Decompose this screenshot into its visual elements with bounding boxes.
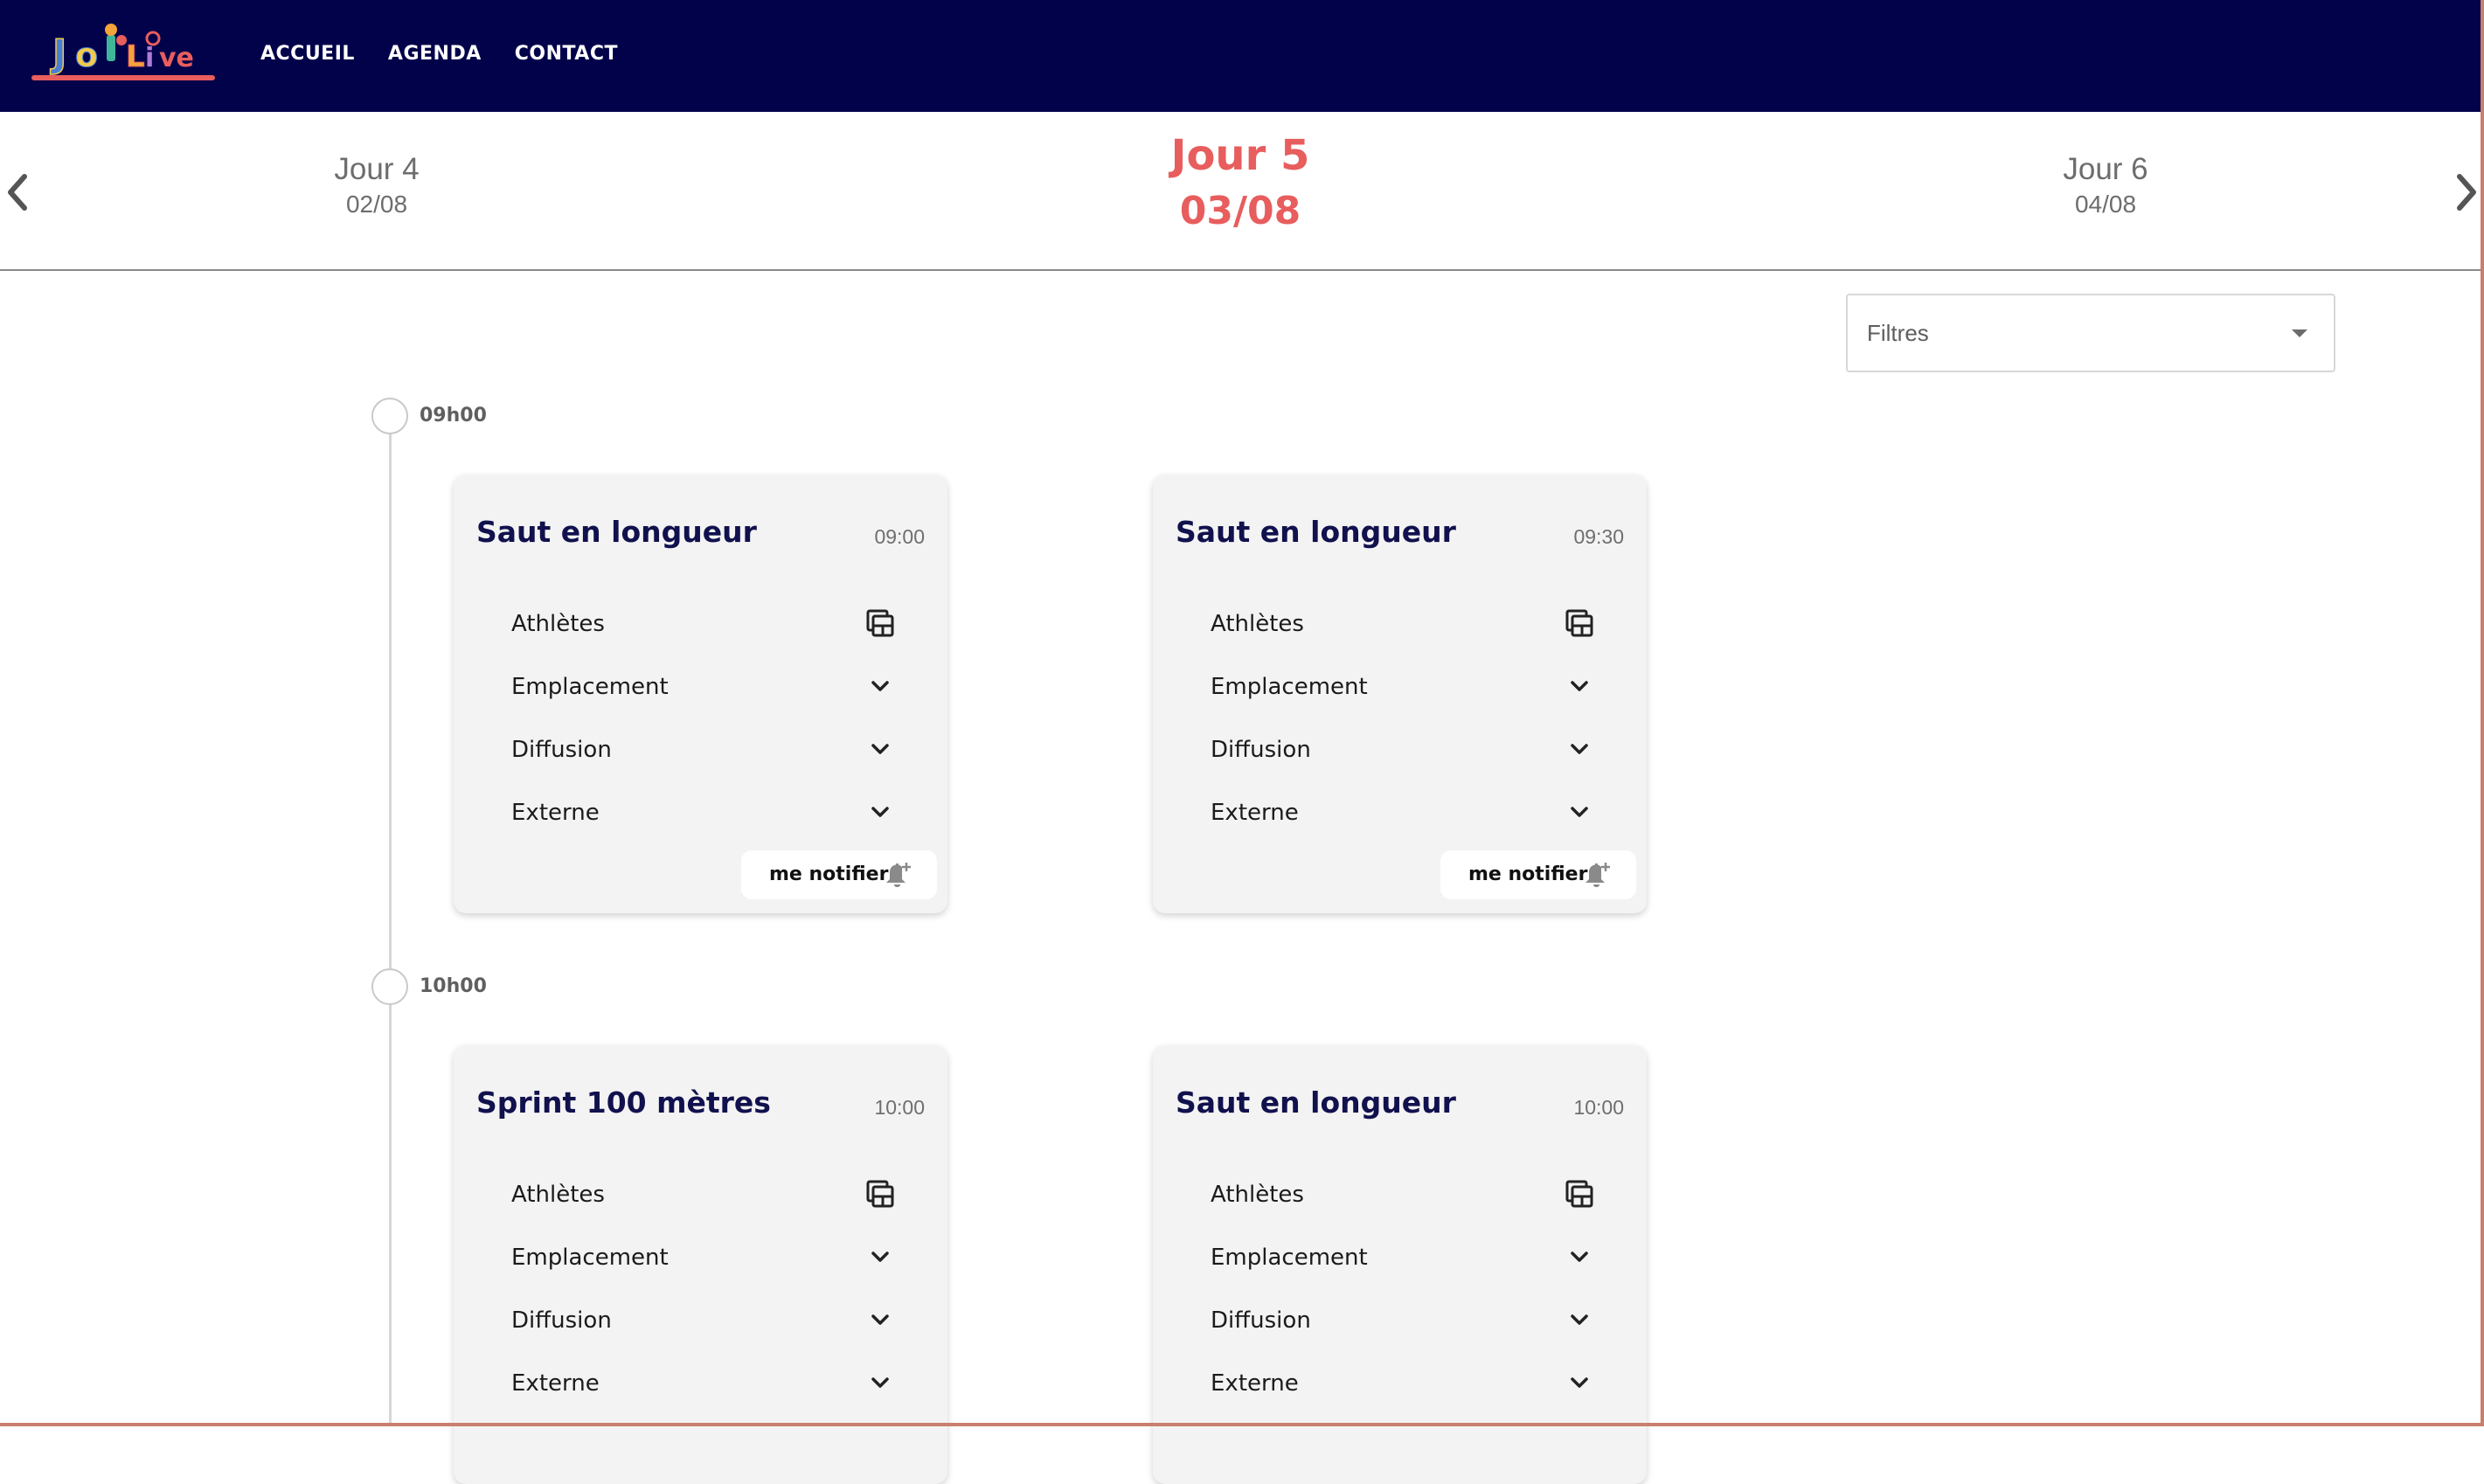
- event-time: 10:00: [874, 1096, 925, 1119]
- row-emplacement-label: Emplacement: [1211, 1245, 1368, 1271]
- chevron-down-icon[interactable]: [864, 1367, 896, 1398]
- chevron-left-icon[interactable]: [0, 166, 38, 218]
- row-emplacement[interactable]: Emplacement: [511, 1234, 896, 1281]
- chevron-down-icon[interactable]: [864, 733, 896, 765]
- notify-label: me notifier: [769, 863, 889, 885]
- row-diffusion[interactable]: Diffusion: [511, 726, 896, 773]
- row-diffusion[interactable]: Diffusion: [511, 1297, 896, 1344]
- day-next-date: 04/08: [2074, 191, 2137, 218]
- event-time: 10:00: [1573, 1096, 1624, 1119]
- chevron-down-icon[interactable]: [1564, 670, 1595, 702]
- svg-text:L: L: [126, 39, 145, 74]
- row-athletes[interactable]: Athlètes: [511, 1171, 896, 1218]
- svg-text:i: i: [145, 43, 154, 73]
- row-athletes-label: Athlètes: [1211, 1182, 1304, 1208]
- row-emplacement[interactable]: Emplacement: [511, 663, 896, 711]
- row-externe[interactable]: Externe: [1211, 789, 1595, 836]
- row-emplacement-label: Emplacement: [1211, 674, 1368, 700]
- chevron-down-icon[interactable]: [1564, 733, 1595, 765]
- row-emplacement[interactable]: Emplacement: [1211, 1234, 1595, 1281]
- row-diffusion-label: Diffusion: [511, 1307, 612, 1334]
- jo-live-logo[interactable]: J o L i ve: [31, 16, 217, 86]
- open-in-new-window-icon[interactable]: [864, 607, 896, 639]
- event-title: Sprint 100 mètres: [476, 1085, 771, 1120]
- event-card: Saut en longueur 09:00 Athlètes Emplacem…: [454, 475, 947, 913]
- nav-link-agenda[interactable]: AGENDA: [388, 43, 482, 65]
- row-externe-label: Externe: [1211, 1370, 1299, 1397]
- row-externe[interactable]: Externe: [511, 1360, 896, 1407]
- top-navbar: J o L i ve ACCUEIL AGENDA CONTACT: [0, 0, 2484, 112]
- row-emplacement[interactable]: Emplacement: [1211, 663, 1595, 711]
- filter-select[interactable]: Filtres: [1846, 294, 2335, 372]
- timeline-line: [389, 433, 392, 1426]
- row-athletes[interactable]: Athlètes: [1211, 600, 1595, 648]
- open-in-new-window-icon[interactable]: [1564, 1178, 1595, 1210]
- row-diffusion-label: Diffusion: [1211, 737, 1311, 763]
- timeline-marker-1000: [371, 968, 408, 1005]
- day-previous[interactable]: Jour 4 02/08: [246, 152, 508, 218]
- day-next-name: Jour 6: [2063, 152, 2148, 186]
- row-diffusion[interactable]: Diffusion: [1211, 726, 1595, 773]
- timeline-label-0900: 09h00: [420, 405, 487, 426]
- chevron-down-icon[interactable]: [864, 796, 896, 828]
- svg-text:J: J: [50, 31, 66, 76]
- day-selector: Jour 4 02/08 Jour 5 03/08 Jour 6 04/08: [0, 112, 2484, 271]
- day-next[interactable]: Jour 6 04/08: [1974, 152, 2237, 218]
- row-externe-label: Externe: [511, 1370, 600, 1397]
- row-diffusion[interactable]: Diffusion: [1211, 1297, 1595, 1344]
- chevron-down-icon[interactable]: [864, 1304, 896, 1335]
- event-card: Saut en longueur 10:00 Athlètes Emplacem…: [1153, 1045, 1647, 1484]
- open-in-new-window-icon[interactable]: [1564, 607, 1595, 639]
- row-externe-label: Externe: [511, 800, 600, 826]
- row-externe[interactable]: Externe: [511, 789, 896, 836]
- chevron-down-icon[interactable]: [1564, 1367, 1595, 1398]
- notify-button[interactable]: me notifier: [1440, 850, 1636, 899]
- day-previous-name: Jour 4: [334, 152, 420, 186]
- day-current[interactable]: Jour 5 03/08: [1092, 131, 1389, 233]
- bell-plus-icon: [886, 863, 911, 887]
- nav-link-contact[interactable]: CONTACT: [515, 43, 618, 65]
- chevron-down-icon[interactable]: [1564, 1241, 1595, 1272]
- timeline-marker-0900: [371, 398, 408, 434]
- event-title: Saut en longueur: [1176, 1085, 1456, 1120]
- notify-label: me notifier: [1468, 863, 1588, 885]
- row-athletes-label: Athlètes: [1211, 611, 1304, 637]
- event-title: Saut en longueur: [1176, 515, 1456, 549]
- row-externe-label: Externe: [1211, 800, 1299, 826]
- page-bottom-edge: [0, 1423, 2484, 1426]
- chevron-down-icon[interactable]: [864, 1241, 896, 1272]
- main-navigation: ACCUEIL AGENDA CONTACT: [260, 43, 618, 65]
- row-emplacement-label: Emplacement: [511, 1245, 669, 1271]
- event-card: Saut en longueur 09:30 Athlètes Emplacem…: [1153, 475, 1647, 913]
- day-current-name: Jour 5: [1170, 131, 1310, 180]
- event-time: 09:30: [1573, 525, 1624, 548]
- row-athletes-label: Athlètes: [511, 611, 605, 637]
- event-card: Sprint 100 mètres 10:00 Athlètes Emplace…: [454, 1045, 947, 1484]
- nav-link-accueil[interactable]: ACCUEIL: [260, 43, 355, 65]
- row-externe[interactable]: Externe: [1211, 1360, 1595, 1407]
- chevron-down-icon[interactable]: [1564, 796, 1595, 828]
- event-time: 09:00: [874, 525, 925, 548]
- page-edge: [2481, 0, 2484, 1426]
- svg-text:ve: ve: [159, 43, 194, 73]
- caret-down-icon: [2292, 329, 2307, 337]
- chevron-right-icon[interactable]: [2446, 166, 2484, 218]
- svg-text:o: o: [75, 36, 98, 74]
- row-diffusion-label: Diffusion: [1211, 1307, 1311, 1334]
- timeline-label-1000: 10h00: [420, 975, 487, 997]
- notify-button[interactable]: me notifier: [741, 850, 937, 899]
- row-athletes-label: Athlètes: [511, 1182, 605, 1208]
- filter-label: Filtres: [1867, 320, 1929, 346]
- day-current-date: 03/08: [1179, 189, 1301, 233]
- bell-plus-icon: [1585, 863, 1610, 887]
- chevron-down-icon[interactable]: [864, 670, 896, 702]
- open-in-new-window-icon[interactable]: [864, 1178, 896, 1210]
- row-athletes[interactable]: Athlètes: [1211, 1171, 1595, 1218]
- chevron-down-icon[interactable]: [1564, 1304, 1595, 1335]
- row-athletes[interactable]: Athlètes: [511, 600, 896, 648]
- row-emplacement-label: Emplacement: [511, 674, 669, 700]
- event-title: Saut en longueur: [476, 515, 757, 549]
- day-previous-date: 02/08: [345, 191, 408, 218]
- row-diffusion-label: Diffusion: [511, 737, 612, 763]
